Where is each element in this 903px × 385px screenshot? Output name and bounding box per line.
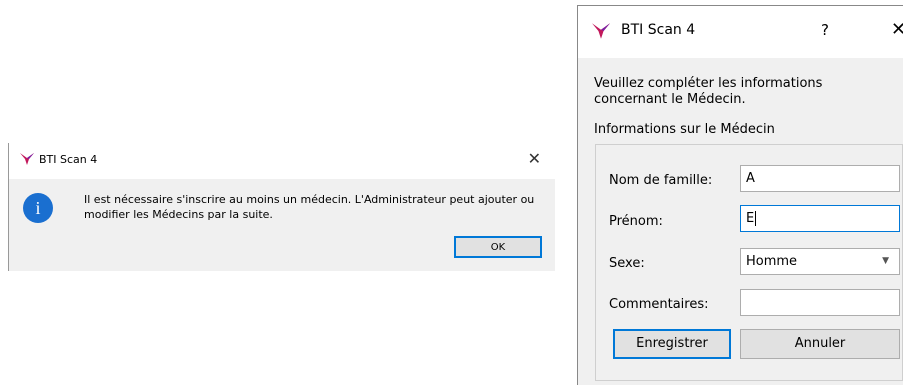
instructions-text: Veuillez compléter les informations conc… [594, 76, 823, 107]
message-box-titlebar: BTI Scan 4 ✕ [9, 143, 555, 179]
info-icon: i [23, 193, 53, 223]
app-logo-icon [20, 153, 34, 165]
comments-input[interactable] [740, 289, 900, 316]
ok-button[interactable]: OK [454, 236, 542, 258]
last-name-input[interactable]: A [740, 165, 900, 192]
app-logo-icon [592, 23, 610, 39]
dialog-titlebar: BTI Scan 4 ? ✕ [578, 6, 903, 58]
message-box-dialog: BTI Scan 4 ✕ i Il est nécessaire s'inscr… [8, 143, 555, 271]
message-text: Il est nécessaire s'inscrire au moins un… [84, 193, 535, 221]
doctor-form-dialog: BTI Scan 4 ? ✕ Veuillez compléter les in… [577, 5, 903, 385]
sex-select[interactable]: Homme ▼ [740, 248, 900, 275]
chevron-down-icon: ▼ [882, 256, 889, 266]
comments-label: Commentaires: [609, 297, 709, 312]
close-icon[interactable]: ✕ [528, 149, 541, 168]
first-name-input[interactable]: E [740, 205, 900, 232]
text-caret [755, 211, 757, 226]
last-name-label: Nom de famille: [609, 173, 713, 188]
first-name-value: E [746, 211, 755, 226]
help-button[interactable]: ? [821, 21, 829, 39]
cancel-button[interactable]: Annuler [740, 329, 900, 359]
last-name-value: A [746, 171, 755, 186]
message-box-title: BTI Scan 4 [39, 153, 98, 166]
first-name-label: Prénom: [609, 214, 663, 229]
sex-selected-value: Homme [746, 254, 798, 269]
section-heading: Informations sur le Médecin [594, 122, 775, 137]
dialog-title: BTI Scan 4 [621, 22, 696, 38]
sex-label: Sexe: [609, 256, 645, 271]
close-icon[interactable]: ✕ [891, 19, 903, 40]
save-button[interactable]: Enregistrer [613, 329, 731, 359]
